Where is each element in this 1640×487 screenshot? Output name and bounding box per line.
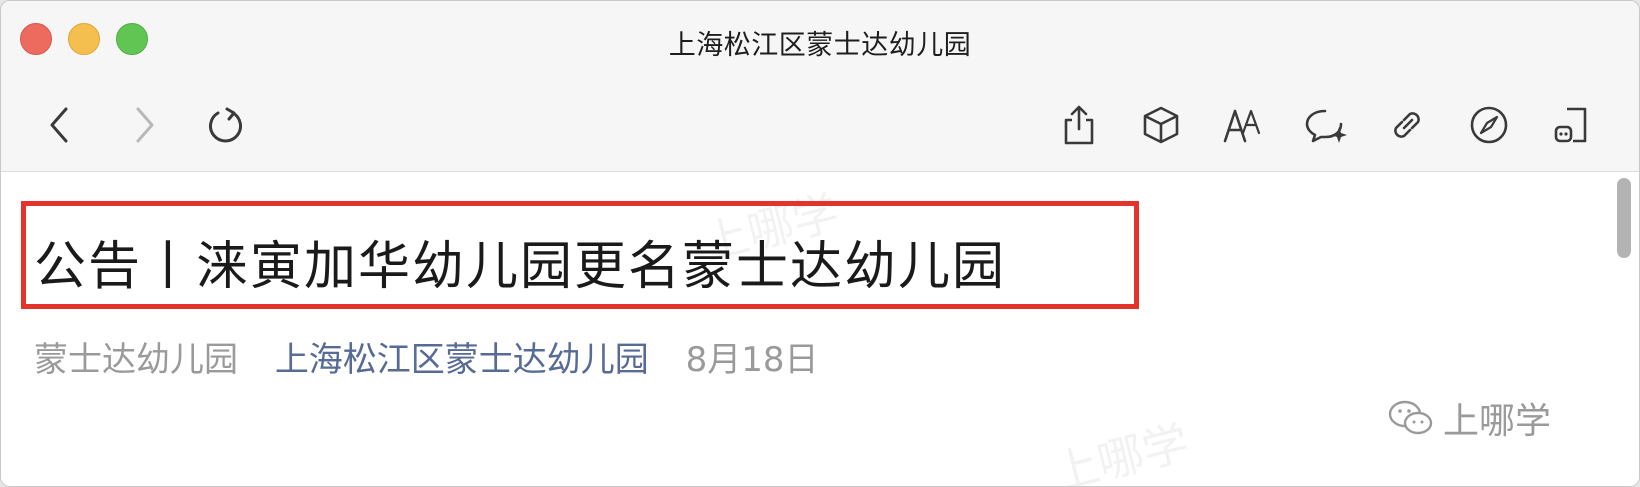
link-icon (1394, 112, 1420, 138)
forward-icon (136, 107, 154, 143)
open-in-browser-button[interactable] (1461, 97, 1517, 153)
browser-window: 上海松江区蒙士达幼儿园 上哪学 上哪学 公告丨涞寅加华幼儿园更名蒙士达幼儿园 蒙… (0, 0, 1640, 487)
text-size-button[interactable] (1215, 97, 1271, 153)
publish-date: 8月18日 (685, 340, 819, 380)
reload-button[interactable] (197, 97, 253, 153)
share-icon (1064, 105, 1094, 145)
forward-button[interactable] (115, 97, 171, 153)
window-title: 上海松江区蒙士达幼儿园 (668, 30, 972, 61)
reload-icon (209, 107, 242, 143)
vertical-scrollbar[interactable] (1617, 178, 1631, 258)
back-icon (50, 107, 68, 143)
copy-link-button[interactable] (1379, 97, 1435, 153)
article-title: 公告丨涞寅加华幼儿园更名蒙士达幼儿园 (34, 237, 1007, 297)
comment-button[interactable] (1297, 97, 1353, 153)
text-size-icon (1223, 109, 1261, 143)
cube-button[interactable] (1133, 97, 1189, 153)
account-link[interactable]: 上海松江区蒙士达幼儿园 (275, 340, 649, 380)
watermark-label: 上哪学 (1443, 401, 1552, 442)
background-watermark: 上哪学 (1047, 415, 1195, 487)
wechat-icon (1388, 400, 1433, 435)
article-content: 上哪学 上哪学 公告丨涞寅加华幼儿园更名蒙士达幼儿园 蒙士达幼儿园 上海松江区蒙… (1, 172, 1639, 486)
cube-icon (1143, 106, 1179, 144)
back-button[interactable] (33, 97, 89, 153)
watermark: 上哪学 (1387, 392, 1551, 444)
open-in-app-button[interactable] (1543, 97, 1599, 153)
article-author: 蒙士达幼儿园 (34, 340, 238, 380)
compass-icon (1470, 106, 1508, 144)
open-in-icon (1554, 107, 1587, 143)
title-bar: 上海松江区蒙士达幼儿园 (1, 1, 1639, 79)
article-meta: 蒙士达幼儿园 上海松江区蒙士达幼儿园 8月18日 (34, 332, 819, 381)
share-button[interactable] (1051, 97, 1107, 153)
comment-icon (1305, 109, 1347, 143)
toolbar (1, 79, 1639, 172)
